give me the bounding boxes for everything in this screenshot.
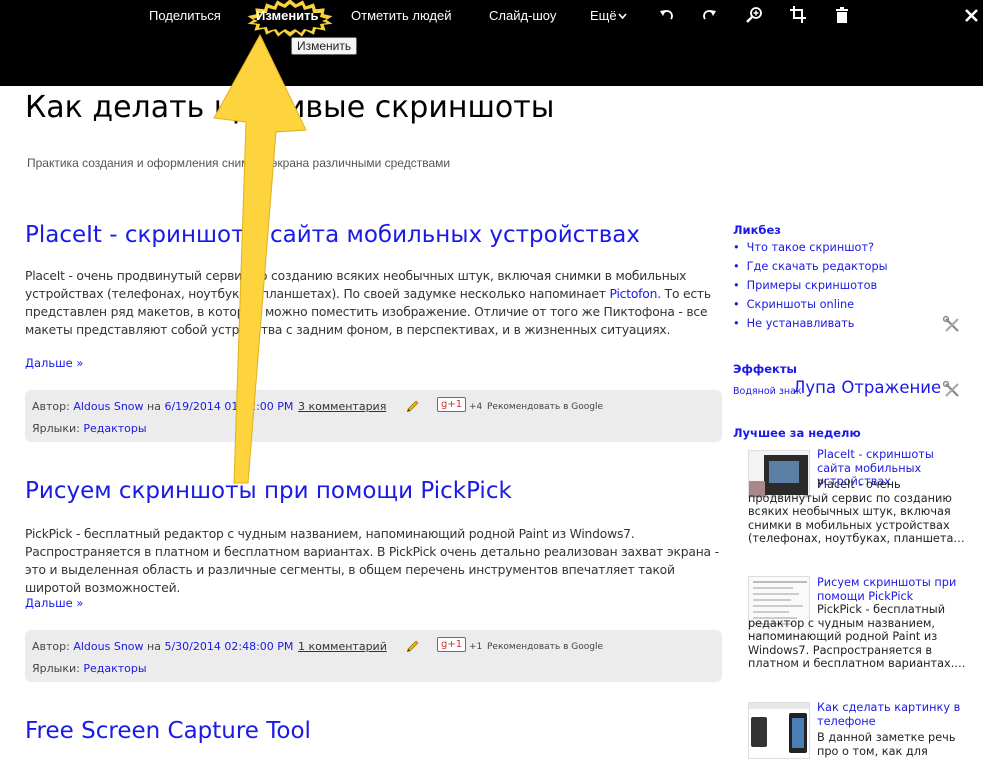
- edit-post-icon[interactable]: [405, 398, 421, 414]
- best-post-snippet: В данной заметке речь про о том, как для: [817, 731, 956, 758]
- pictofon-link[interactable]: Pictofon: [610, 287, 658, 301]
- post-body-text: PlaceIt - очень продвинутый сервис по со…: [25, 269, 687, 301]
- gplus-count: +4: [469, 402, 483, 412]
- rotate-right-icon[interactable]: [701, 6, 717, 24]
- author-link[interactable]: Aldous Snow: [73, 640, 143, 653]
- author-link[interactable]: Aldous Snow: [73, 400, 143, 413]
- more-button[interactable]: Ещё: [590, 8, 627, 23]
- best-post-title[interactable]: Как сделать картинку в телефоне: [817, 701, 967, 728]
- sidebar-item-link[interactable]: Не устанавливать: [747, 317, 855, 330]
- gplus-recommend-label: Рекомендовать в Google: [487, 402, 603, 412]
- label-link[interactable]: Редакторы: [83, 662, 146, 675]
- sidebar-item[interactable]: Где скачать редакторы: [733, 260, 888, 279]
- gplus-count: +1: [469, 642, 483, 652]
- share-button[interactable]: Поделиться: [149, 8, 221, 23]
- edit-button[interactable]: Изменить: [256, 8, 319, 23]
- post-date-link[interactable]: 5/30/2014 02:48:00 PM: [164, 640, 293, 653]
- read-more-link[interactable]: Дальше »: [25, 356, 83, 370]
- post-date-link[interactable]: 6/19/2014 01:32:00 PM: [164, 400, 293, 413]
- tag-people-button[interactable]: Отметить людей: [351, 8, 451, 23]
- wrench-icon[interactable]: [943, 316, 961, 334]
- sidebar-item[interactable]: Примеры скриншотов: [733, 279, 888, 298]
- comments-link[interactable]: 1 комментарий: [298, 640, 387, 653]
- sidebar-item[interactable]: Что такое скриншот?: [733, 241, 888, 260]
- best-post-title[interactable]: Рисуем скриншоты при помощи PickPick: [817, 576, 967, 603]
- loupe-reflection-link[interactable]: Лупа Отражение: [793, 378, 941, 397]
- best-post-snippet: PickPick - бесплатный редактор с чудным …: [748, 603, 966, 670]
- sidebar-item-link[interactable]: Где скачать редакторы: [747, 260, 888, 273]
- edit-post-icon[interactable]: [405, 638, 421, 654]
- sidebar-heading-likbez: Ликбез: [733, 223, 781, 237]
- post-footer: Автор: Aldous Snow на 5/30/2014 02:48:00…: [25, 630, 722, 682]
- date-on: на: [147, 400, 161, 413]
- gplus-button[interactable]: g+1: [437, 397, 467, 412]
- labels-label: Ярлыки:: [32, 422, 80, 435]
- post-labels: Ярлыки: Редакторы: [32, 662, 147, 675]
- gplus-button[interactable]: g+1: [437, 637, 467, 652]
- zoom-icon[interactable]: [746, 6, 763, 23]
- date-on: на: [147, 640, 161, 653]
- best-post-snippet: PlaceIt - очень продвинутый сервис по со…: [748, 478, 965, 545]
- blog-title[interactable]: Как делать красивые скриншоты: [25, 90, 554, 125]
- post-title[interactable]: Free Screen Capture Tool: [25, 718, 311, 744]
- post-labels: Ярлыки: Редакторы: [32, 422, 147, 435]
- gplus-recommend-label: Рекомендовать в Google: [487, 642, 603, 652]
- post-title[interactable]: PlaceIt - скриншоты сайта мобильных устр…: [25, 222, 640, 248]
- sidebar-item-link[interactable]: Примеры скриншотов: [747, 279, 878, 292]
- rotate-left-icon[interactable]: [659, 6, 675, 24]
- sidebar-likbez-list: Что такое скриншот? Где скачать редактор…: [733, 241, 888, 336]
- author-label: Автор:: [32, 400, 70, 413]
- photo-toolbar: Поделиться Изменить Отметить людей Слайд…: [0, 0, 983, 86]
- chevron-down-icon: [618, 13, 627, 20]
- label-link[interactable]: Редакторы: [83, 422, 146, 435]
- sidebar-item-link[interactable]: Скриншоты online: [747, 298, 854, 311]
- post-meta: Автор: Aldous Snow на 6/19/2014 01:32:00…: [32, 400, 293, 413]
- sidebar-item-link[interactable]: Что такое скриншот?: [747, 241, 874, 254]
- edit-tooltip: Изменить: [291, 37, 358, 55]
- post-thumbnail[interactable]: [748, 702, 810, 759]
- post-meta: Автор: Aldous Snow на 5/30/2014 02:48:00…: [32, 640, 293, 653]
- read-more-link[interactable]: Дальше »: [25, 596, 83, 610]
- slideshow-button[interactable]: Слайд-шоу: [489, 8, 556, 23]
- comments-link[interactable]: 3 комментария: [298, 400, 386, 413]
- labels-label: Ярлыки:: [32, 662, 80, 675]
- wrench-icon[interactable]: [943, 381, 961, 399]
- post-title[interactable]: Рисуем скриншоты при помощи PickPick: [25, 478, 512, 504]
- watermark-link[interactable]: Водяной знак: [733, 386, 802, 397]
- post-body: PickPick - бесплатный редактор с чудным …: [25, 527, 719, 595]
- sidebar-item[interactable]: Скриншоты online: [733, 298, 888, 317]
- author-label: Автор:: [32, 640, 70, 653]
- sidebar-item[interactable]: Не устанавливать: [733, 317, 888, 336]
- blog-description: Практика создания и оформления снимков э…: [27, 156, 451, 170]
- sidebar-heading-best: Лучшее за неделю: [733, 426, 861, 440]
- crop-icon[interactable]: [790, 6, 806, 23]
- close-icon[interactable]: [965, 9, 978, 22]
- trash-icon[interactable]: [835, 6, 849, 23]
- more-label: Ещё: [590, 8, 617, 23]
- sidebar-heading-effects: Эффекты: [733, 362, 797, 376]
- post-body: PlaceIt - очень продвинутый сервис по со…: [25, 267, 725, 339]
- post-footer: Автор: Aldous Snow на 6/19/2014 01:32:00…: [25, 390, 722, 442]
